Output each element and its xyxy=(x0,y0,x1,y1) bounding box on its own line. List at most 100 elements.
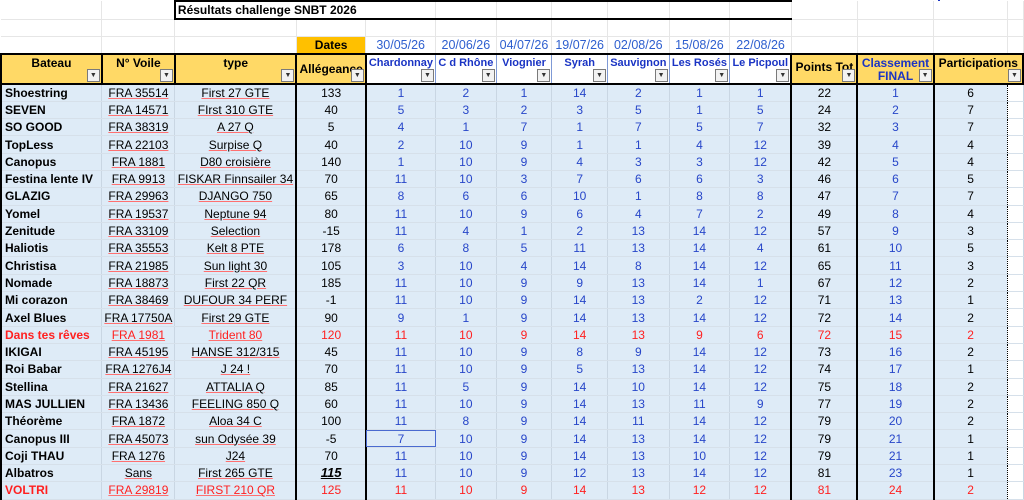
race-result-cell[interactable]: 8 xyxy=(435,412,497,431)
sail-number-cell[interactable]: FRA 1872 xyxy=(101,412,176,431)
points-total-cell[interactable]: 74 xyxy=(791,360,859,379)
race-result-cell[interactable]: 13 xyxy=(607,395,670,414)
race-result-cell[interactable]: 10 xyxy=(435,481,497,500)
boat-name-cell[interactable]: Stellina xyxy=(0,378,103,396)
boat-type-cell[interactable]: Surpise Q xyxy=(174,135,298,154)
race-result-cell[interactable]: 12 xyxy=(729,378,793,396)
points-total-cell[interactable]: 22 xyxy=(791,83,859,102)
race-result-cell[interactable]: 9 xyxy=(496,153,553,171)
race-result-cell[interactable]: 7 xyxy=(551,170,608,189)
sail-number-cell[interactable]: FRA 1881 xyxy=(101,153,176,171)
filter-dropdown-icon[interactable]: ▼ xyxy=(537,68,551,82)
empty-cell[interactable] xyxy=(1007,326,1024,344)
dates-label[interactable]: Dates xyxy=(296,36,367,55)
race-result-cell[interactable]: 13 xyxy=(607,464,670,483)
race-result-cell[interactable]: 12 xyxy=(551,464,608,483)
final-rank-cell[interactable]: 4 xyxy=(857,135,935,154)
race-result-cell[interactable]: 10 xyxy=(435,170,497,189)
boat-type-cell[interactable]: A 27 Q xyxy=(174,118,298,137)
race-result-cell[interactable]: 12 xyxy=(729,256,793,275)
boat-type-cell[interactable]: DJANGO 750 xyxy=(174,187,298,206)
empty-cell[interactable] xyxy=(1007,481,1024,500)
race-result-cell[interactable]: 5 xyxy=(607,101,670,120)
race-result-cell[interactable]: 4 xyxy=(729,239,793,258)
race-result-cell[interactable]: 10 xyxy=(435,326,497,344)
race-result-cell[interactable]: 2 xyxy=(365,135,437,154)
race-result-cell[interactable]: 10 xyxy=(435,291,497,310)
race-result-cell[interactable]: 2 xyxy=(607,83,670,102)
date-3[interactable]: 04/07/26 xyxy=(496,36,553,55)
empty-cell[interactable] xyxy=(1007,187,1024,206)
race-result-cell[interactable]: 14 xyxy=(669,429,731,448)
race-result-cell[interactable]: 1 xyxy=(729,274,793,293)
boat-name-cell[interactable]: Théorème xyxy=(0,412,103,431)
allegeance-cell[interactable]: 40 xyxy=(296,101,367,120)
race-result-cell[interactable]: 14 xyxy=(669,308,731,327)
participations-cell[interactable]: 2 xyxy=(933,395,1008,414)
allegeance-cell[interactable]: 85 xyxy=(296,378,367,396)
filter-dropdown-icon[interactable]: ▼ xyxy=(776,68,790,82)
race-result-cell[interactable]: 9 xyxy=(496,464,553,483)
race-result-cell[interactable]: 9 xyxy=(496,412,553,431)
date-2[interactable]: 20/06/26 xyxy=(435,36,497,55)
points-total-cell[interactable]: 72 xyxy=(791,326,859,344)
boat-type-cell[interactable]: Neptune 94 xyxy=(174,205,298,223)
race-result-cell[interactable]: 8 xyxy=(365,187,437,206)
race-result-cell[interactable]: 9 xyxy=(496,308,553,327)
filter-dropdown-icon[interactable]: ▼ xyxy=(281,68,295,82)
points-total-cell[interactable]: 67 xyxy=(791,274,859,293)
race-result-cell[interactable]: 6 xyxy=(669,170,731,189)
race-result-cell[interactable]: 12 xyxy=(729,222,793,241)
boat-type-cell[interactable]: J 24 ! xyxy=(174,360,298,379)
race-result-cell[interactable]: 13 xyxy=(607,222,670,241)
race-result-cell[interactable]: 9 xyxy=(669,326,731,344)
empty-cell[interactable] xyxy=(1007,378,1024,396)
race-result-cell[interactable]: 3 xyxy=(729,170,793,189)
header-voile[interactable]: N° Voile ▼ xyxy=(101,52,176,85)
race-result-cell[interactable]: 11 xyxy=(607,412,670,431)
allegeance-cell[interactable]: 70 xyxy=(296,170,367,189)
race-result-cell[interactable]: 9 xyxy=(496,447,553,466)
date-1[interactable]: 30/05/26 xyxy=(365,36,437,55)
race-result-cell[interactable]: 9 xyxy=(607,343,670,362)
sail-number-cell[interactable]: FRA 19537 xyxy=(101,205,176,223)
race-result-cell[interactable]: 7 xyxy=(607,118,670,137)
race-result-cell[interactable]: 6 xyxy=(365,239,437,258)
race-result-cell[interactable]: 12 xyxy=(729,412,793,431)
allegeance-cell[interactable]: 65 xyxy=(296,187,367,206)
sail-number-cell[interactable]: FRA 33109 xyxy=(101,222,176,241)
boat-name-cell[interactable]: Christisa xyxy=(0,256,103,275)
race-result-cell[interactable]: 6 xyxy=(729,326,793,344)
race-result-cell[interactable]: 11 xyxy=(365,326,437,344)
race-result-cell[interactable]: 1 xyxy=(607,187,670,206)
race-result-cell[interactable]: 9 xyxy=(729,395,793,414)
filter-dropdown-icon[interactable]: ▼ xyxy=(918,68,932,82)
race-result-cell[interactable]: 14 xyxy=(551,326,608,344)
race-result-cell[interactable]: 6 xyxy=(551,205,608,223)
allegeance-cell[interactable]: 90 xyxy=(296,308,367,327)
race-result-cell[interactable]: 10 xyxy=(607,378,670,396)
empty-cell[interactable] xyxy=(1007,222,1024,241)
race-result-cell[interactable]: 8 xyxy=(551,343,608,362)
final-rank-cell[interactable]: 17 xyxy=(857,360,935,379)
points-total-cell[interactable]: 73 xyxy=(791,343,859,362)
participations-cell[interactable]: 4 xyxy=(933,135,1008,154)
sail-number-cell[interactable]: FRA 9913 xyxy=(101,170,176,189)
sail-number-cell[interactable]: FRA 18873 xyxy=(101,274,176,293)
race-result-cell[interactable]: 12 xyxy=(729,308,793,327)
race-result-cell[interactable]: 13 xyxy=(607,308,670,327)
race-result-cell[interactable]: 13 xyxy=(607,274,670,293)
race-result-cell[interactable]: 10 xyxy=(435,395,497,414)
participations-cell[interactable]: 1 xyxy=(933,429,1008,448)
empty-cell[interactable] xyxy=(1007,83,1024,102)
empty-cell[interactable] xyxy=(1007,395,1024,414)
empty-cell[interactable] xyxy=(1007,101,1024,120)
points-total-cell[interactable]: 81 xyxy=(791,464,859,483)
boat-name-cell[interactable]: TopLess xyxy=(0,135,103,154)
race-result-cell[interactable]: 8 xyxy=(669,187,731,206)
boat-type-cell[interactable]: FISKAR Finnsailer 34 xyxy=(174,170,298,189)
participations-cell[interactable]: 2 xyxy=(933,308,1008,327)
points-total-cell[interactable]: 57 xyxy=(791,222,859,241)
race-result-cell[interactable]: 12 xyxy=(729,429,793,448)
sail-number-cell[interactable]: FRA 45195 xyxy=(101,343,176,362)
